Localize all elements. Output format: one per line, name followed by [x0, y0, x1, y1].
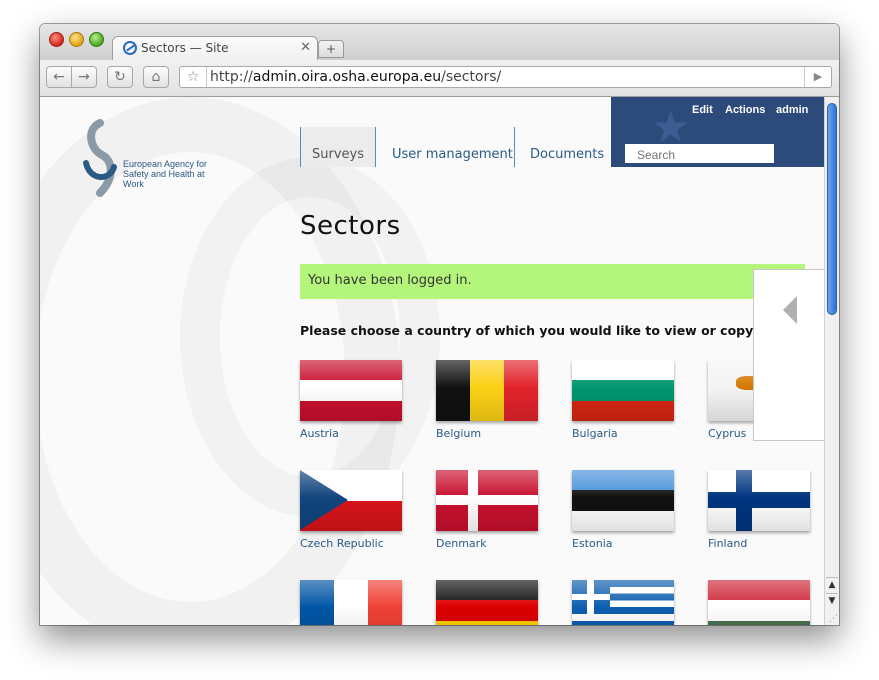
flag-bulgaria[interactable]: [572, 360, 674, 421]
flag-austria[interactable]: [300, 360, 402, 421]
browser-window: Sectors — Site ✕ + ← → ↻ ⌂ ☆ http://admi…: [40, 24, 839, 625]
browser-toolbar: ← → ↻ ⌂ ☆ http://admin.oira.osha.europa.…: [40, 60, 839, 97]
resize-grip-icon[interactable]: ⋰: [829, 614, 838, 624]
tab-documents[interactable]: Documents: [514, 127, 612, 167]
flag-hungary[interactable]: [708, 580, 810, 625]
vertical-scrollbar[interactable]: ▲ ▼ ⋰: [824, 97, 839, 625]
go-button[interactable]: ▶: [804, 67, 831, 87]
country-link-estonia[interactable]: Estonia: [572, 537, 613, 550]
agency-logo-text: European Agency for Safety and Health at…: [123, 159, 208, 189]
tab-surveys[interactable]: Surveys: [300, 127, 376, 167]
tab-close-icon[interactable]: ✕: [300, 40, 311, 55]
url-host: admin.oira.osha.europa.eu: [252, 69, 442, 85]
collapsible-side-panel[interactable]: [753, 269, 824, 441]
collapse-arrow-icon[interactable]: [783, 296, 797, 324]
browser-tab[interactable]: Sectors — Site ✕: [112, 36, 318, 62]
flag-finland[interactable]: [708, 470, 810, 531]
site-favicon-icon: [123, 41, 137, 55]
country-link-austria[interactable]: Austria: [300, 427, 339, 440]
instruction-text: Please choose a country of which you wou…: [300, 323, 822, 338]
user-menu[interactable]: admin: [776, 104, 808, 116]
flag-denmark[interactable]: [436, 470, 538, 531]
flag-czech-republic[interactable]: [300, 470, 402, 531]
scroll-down-arrow-icon[interactable]: ▼: [826, 593, 838, 608]
bookmark-star-icon[interactable]: ☆: [180, 67, 207, 87]
scrollbar-thumb[interactable]: [827, 103, 837, 315]
maximize-window-button[interactable]: [89, 32, 104, 47]
minimize-window-button[interactable]: [69, 32, 84, 47]
edit-link[interactable]: Edit: [692, 104, 713, 116]
reload-button[interactable]: ↻: [107, 66, 133, 88]
home-button[interactable]: ⌂: [143, 66, 169, 88]
admin-header: ★ Edit Actions admin: [611, 97, 824, 167]
search-input[interactable]: [625, 144, 774, 163]
country-link-finland[interactable]: Finland: [708, 537, 747, 550]
flag-germany[interactable]: [436, 580, 538, 625]
page-title: Sectors: [300, 211, 401, 241]
page-content: European Agency for Safety and Health at…: [40, 97, 824, 625]
country-link-cyprus[interactable]: Cyprus: [708, 427, 746, 440]
flag-france[interactable]: [300, 580, 402, 625]
forward-button[interactable]: →: [71, 66, 97, 88]
url-scheme: http://: [210, 69, 253, 85]
country-link-denmark[interactable]: Denmark: [436, 537, 487, 550]
agency-logo[interactable]: [80, 119, 124, 201]
back-button[interactable]: ←: [46, 66, 72, 88]
country-link-belgium[interactable]: Belgium: [436, 427, 481, 440]
status-message: You have been logged in.: [300, 264, 805, 299]
new-tab-button[interactable]: +: [318, 40, 344, 58]
country-link-bulgaria[interactable]: Bulgaria: [572, 427, 618, 440]
actions-menu[interactable]: Actions: [725, 104, 765, 116]
country-link-czech-republic[interactable]: Czech Republic: [300, 537, 384, 550]
flag-estonia[interactable]: [572, 470, 674, 531]
title-bar: Sectors — Site ✕ +: [40, 24, 839, 62]
tab-user-management[interactable]: User management: [392, 127, 516, 167]
flag-belgium[interactable]: [436, 360, 538, 421]
close-window-button[interactable]: [49, 32, 64, 47]
flag-greece[interactable]: [572, 580, 674, 625]
url-path: /sectors/: [441, 69, 502, 85]
address-bar[interactable]: ☆ http://admin.oira.osha.europa.eu/secto…: [179, 66, 832, 88]
scroll-up-arrow-icon[interactable]: ▲: [826, 577, 838, 592]
url-text[interactable]: http://admin.oira.osha.europa.eu/sectors…: [210, 69, 501, 85]
tab-title: Sectors — Site: [141, 41, 229, 55]
